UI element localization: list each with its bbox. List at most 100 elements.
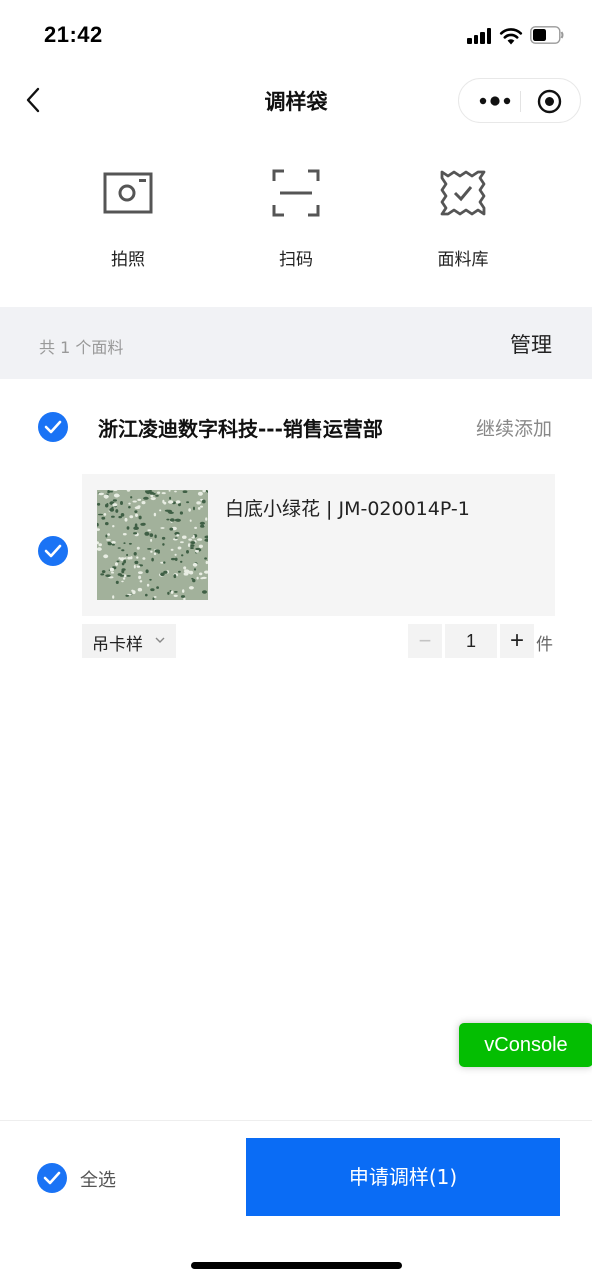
pattern-dot bbox=[160, 527, 165, 529]
minus-icon: − bbox=[418, 628, 432, 653]
supplier-checkbox[interactable] bbox=[38, 412, 68, 442]
pattern-dot bbox=[150, 538, 153, 542]
capsule-divider bbox=[520, 91, 521, 112]
pattern-dot bbox=[145, 593, 148, 597]
chevron-down-icon bbox=[155, 637, 165, 643]
pattern-dot bbox=[112, 499, 117, 502]
pattern-dot bbox=[128, 506, 131, 509]
pattern-dot bbox=[176, 534, 180, 537]
pattern-dot bbox=[188, 538, 192, 541]
select-all-label[interactable]: 全选 bbox=[80, 1166, 116, 1192]
pattern-dot bbox=[115, 580, 119, 584]
pattern-dot bbox=[186, 501, 190, 504]
pattern-dot bbox=[169, 527, 174, 531]
pattern-dot bbox=[155, 494, 159, 497]
supplier-group-header: 浙江凌迪数字科技---销售运营部 继续添加 bbox=[0, 400, 592, 456]
pattern-dot bbox=[150, 588, 155, 592]
fabric-library-action[interactable]: 面料库 bbox=[403, 165, 523, 270]
pattern-dot bbox=[204, 535, 210, 539]
pattern-dot bbox=[180, 560, 183, 563]
pattern-dot bbox=[97, 513, 104, 516]
pattern-dot bbox=[173, 594, 178, 597]
pattern-dot bbox=[138, 575, 142, 580]
scan-action[interactable]: 扫码 bbox=[236, 165, 356, 270]
pattern-dot bbox=[115, 509, 119, 513]
pattern-dot bbox=[178, 570, 181, 573]
photo-action[interactable]: 拍照 bbox=[68, 165, 188, 270]
pattern-dot bbox=[190, 547, 194, 549]
pattern-dot bbox=[137, 498, 142, 501]
pattern-dot bbox=[154, 534, 157, 539]
pattern-dot bbox=[126, 488, 131, 492]
pattern-dot bbox=[196, 501, 201, 505]
pattern-dot bbox=[139, 580, 143, 583]
pattern-dot bbox=[162, 499, 165, 504]
pattern-dot bbox=[118, 557, 121, 560]
pattern-dot bbox=[192, 562, 198, 567]
pattern-dot bbox=[111, 543, 115, 546]
pattern-dot bbox=[168, 500, 174, 504]
pattern-dot bbox=[169, 496, 172, 500]
close-miniprogram-icon[interactable] bbox=[537, 89, 562, 114]
pattern-dot bbox=[110, 571, 115, 574]
pattern-dot bbox=[189, 519, 192, 522]
pattern-dot bbox=[98, 543, 102, 547]
pattern-dot bbox=[204, 538, 210, 542]
pattern-dot bbox=[106, 503, 109, 507]
pattern-dot bbox=[101, 516, 106, 520]
pattern-dot bbox=[193, 506, 195, 511]
battery-icon bbox=[530, 26, 564, 44]
miniprogram-capsule bbox=[458, 78, 581, 123]
apply-sample-button[interactable]: 申请调样(1) bbox=[246, 1138, 560, 1216]
pattern-dot bbox=[205, 517, 208, 521]
item-checkbox[interactable] bbox=[38, 536, 68, 566]
decrease-button[interactable]: − bbox=[408, 624, 442, 658]
pattern-dot bbox=[175, 500, 181, 504]
pattern-dot bbox=[101, 570, 106, 574]
pattern-dot bbox=[153, 512, 157, 517]
pattern-dot bbox=[193, 568, 197, 571]
increase-button[interactable]: + bbox=[500, 624, 534, 658]
wifi-icon bbox=[499, 28, 523, 45]
home-indicator bbox=[191, 1262, 402, 1269]
camera-icon bbox=[103, 172, 153, 214]
pattern-dot bbox=[132, 500, 137, 503]
pattern-dot bbox=[204, 570, 210, 574]
checkmark-icon bbox=[44, 420, 62, 434]
pattern-dot bbox=[151, 557, 154, 562]
pattern-dot bbox=[128, 502, 131, 505]
pattern-dot bbox=[136, 565, 141, 568]
continue-add-button[interactable]: 继续添加 bbox=[476, 414, 552, 441]
pattern-dot bbox=[122, 533, 127, 536]
sample-type-select[interactable]: 吊卡样 bbox=[82, 624, 176, 658]
fabric-item-card[interactable]: 白底小绿花 | JM-020014P-1 bbox=[82, 474, 555, 616]
manage-button[interactable]: 管理 bbox=[510, 329, 552, 359]
pattern-dot bbox=[111, 506, 114, 510]
pattern-dot bbox=[113, 489, 118, 491]
pattern-dot bbox=[154, 549, 160, 553]
pattern-dot bbox=[177, 546, 182, 550]
pattern-dot bbox=[167, 591, 170, 595]
pattern-dot bbox=[174, 490, 177, 493]
more-icon[interactable] bbox=[475, 93, 515, 109]
pattern-dot bbox=[198, 544, 203, 548]
pattern-dot bbox=[137, 587, 143, 592]
pattern-dot bbox=[145, 490, 148, 493]
quantity-value[interactable]: 1 bbox=[445, 624, 497, 658]
photo-action-label: 拍照 bbox=[111, 250, 145, 270]
pattern-dot bbox=[184, 569, 187, 573]
status-time: 21:42 bbox=[44, 22, 103, 47]
pattern-dot bbox=[173, 574, 177, 579]
pattern-dot bbox=[100, 573, 105, 576]
quantity-stepper: − 1 + bbox=[408, 624, 534, 658]
pattern-dot bbox=[123, 542, 126, 544]
action-row: 拍照 扫码 面料库 bbox=[0, 165, 592, 295]
pattern-dot bbox=[179, 511, 183, 515]
vconsole-button[interactable]: vConsole bbox=[459, 1023, 592, 1067]
pattern-dot bbox=[157, 491, 161, 494]
pattern-dot bbox=[134, 506, 141, 510]
pattern-dot bbox=[182, 589, 185, 593]
select-all-checkbox[interactable] bbox=[37, 1163, 67, 1193]
status-bar: 21:42 bbox=[0, 0, 592, 70]
pattern-dot bbox=[124, 517, 128, 522]
